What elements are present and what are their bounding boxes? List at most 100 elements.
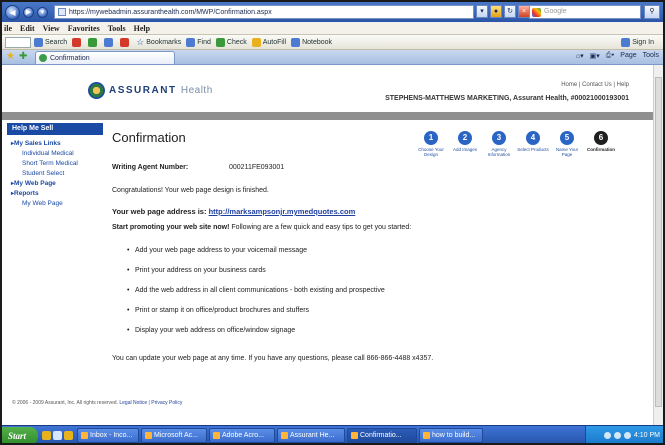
taskbar-item-access[interactable]: Microsoft Ac... (141, 428, 207, 443)
taskbar-item-confirmation[interactable]: Confirmatio... (347, 428, 417, 443)
step-agency-information[interactable]: 3 Agency Information (482, 131, 516, 157)
legal-notice-link[interactable]: Legal Notice (119, 400, 147, 406)
sidebar-title: Help Me Sell (7, 123, 103, 135)
back-button[interactable]: ◀ (5, 4, 20, 20)
home-icon[interactable]: ⌂▾ (576, 52, 584, 60)
step-name-your-page[interactable]: 5 Name Your Page (550, 131, 584, 157)
clock: 4:10 PM (633, 432, 660, 439)
feeds-icon[interactable]: ▣▾ (590, 52, 600, 60)
scrollbar-thumb[interactable] (655, 77, 662, 407)
toolbar-icon-1[interactable] (72, 37, 83, 47)
toolbar-search-box[interactable] (5, 36, 31, 48)
agent-number-value: 000211FE093001 (229, 164, 285, 171)
page-menu[interactable]: Page (620, 52, 636, 60)
forward-button[interactable]: ▶ (23, 6, 34, 18)
tray-icon[interactable] (603, 432, 611, 439)
vertical-scrollbar[interactable] (653, 65, 663, 425)
print-icon[interactable]: ⎙▾ (606, 52, 615, 60)
toolbar-check-button[interactable]: Check (215, 37, 247, 47)
list-item: Add your web page address to your voicem… (127, 246, 632, 266)
privacy-policy-link[interactable]: Privacy Policy (151, 400, 182, 406)
assurant-logo-icon (88, 82, 105, 99)
sidebar: Help Me Sell My Sales Links Individual M… (7, 123, 103, 243)
toolbar-find-button[interactable]: Find (186, 37, 211, 47)
assurant-logo[interactable]: ASSURANT Health (88, 82, 213, 99)
toolbar-icon-3[interactable] (104, 37, 115, 47)
toolbar-signin-button[interactable]: Sign In (621, 37, 654, 47)
sidebar-item-reports[interactable]: Reports (11, 189, 103, 199)
taskbar-item-adobe[interactable]: Adobe Acro... (209, 428, 275, 443)
tab-strip: ★ ✚ Confirmation ⌂▾ ▣▾ ⎙▾ Page Tools (2, 50, 663, 65)
start-button[interactable]: Start (2, 426, 38, 443)
quick-launch-icon[interactable] (64, 431, 73, 440)
copyright-text: © 2006 - 2009 Assurant, Inc. All rights … (12, 400, 118, 406)
header-divider (2, 112, 657, 120)
taskbar-item-inbox[interactable]: Inbox - Inco... (77, 428, 139, 443)
toolbar-icon-4[interactable] (120, 37, 131, 47)
google-icon (532, 8, 541, 17)
add-favorite-icon[interactable]: ✚ (19, 52, 29, 62)
tray-icon[interactable] (613, 432, 621, 439)
step-add-images[interactable]: 2 Add Images (448, 131, 482, 157)
share-icon (120, 37, 130, 47)
word-icon (423, 432, 430, 439)
agent-number-row: Writing Agent Number: 000211FE093001 (112, 163, 632, 172)
list-item: Add the web address in all client commun… (127, 286, 632, 306)
command-bar: ⌂▾ ▣▾ ⎙▾ Page Tools (576, 52, 659, 60)
toolbar-icon-2[interactable] (88, 37, 99, 47)
refresh-icon[interactable]: ↻ (504, 5, 516, 18)
sidebar-item-report-my-web-page[interactable]: My Web Page (11, 199, 103, 209)
menu-help[interactable]: Help (134, 24, 150, 33)
menu-file[interactable]: ile (4, 24, 12, 33)
toolbar-search-button[interactable]: Search (34, 37, 67, 47)
taskbar-item-how-to-build[interactable]: how to build... (419, 428, 483, 443)
outlook-icon (81, 432, 88, 439)
sidebar-item-student-select[interactable]: Student Select (11, 169, 103, 179)
account-name: STEPHENS-MATTHEWS MARKETING, Assurant He… (385, 95, 629, 102)
brand-name: ASSURANT (109, 85, 177, 96)
quick-launch (42, 431, 73, 440)
tools-menu[interactable]: Tools (643, 52, 659, 60)
menu-favorites[interactable]: Favorites (68, 24, 100, 33)
search-input[interactable]: Google (529, 5, 641, 19)
step-choose-design[interactable]: 1 Choose Your Design (414, 131, 448, 157)
toolbar-notebook-button[interactable]: Notebook (291, 37, 332, 47)
address-dropdown-icon[interactable]: ▾ (476, 5, 488, 18)
brand-sub: Health (180, 85, 213, 96)
browser-window: ◀ ▶ ▾ https://mywebadmin.assuranthealth.… (0, 0, 665, 445)
sidebar-item-individual-medical[interactable]: Individual Medical (11, 149, 103, 159)
menu-tools[interactable]: Tools (108, 24, 126, 33)
sidebar-item-my-sales-links[interactable]: My Sales Links (11, 139, 103, 149)
agent-number-label: Writing Agent Number: (112, 164, 189, 171)
menu-edit[interactable]: Edit (20, 24, 35, 33)
quick-launch-icon[interactable] (53, 431, 62, 440)
quick-launch-icon[interactable] (42, 431, 51, 440)
sidebar-nav: My Sales Links Individual Medical Short … (7, 135, 103, 209)
sidebar-item-my-web-page[interactable]: My Web Page (11, 179, 103, 189)
step-confirmation: 6 Confirmation (587, 131, 615, 152)
news-icon (72, 37, 82, 47)
toolbar-autofill-button[interactable]: AutoFill (251, 37, 286, 47)
step-select-products[interactable]: 4 Select Products (516, 131, 550, 157)
search-button[interactable]: ⚲ (644, 5, 660, 19)
favorites-star-icon[interactable]: ★ (6, 52, 16, 62)
system-tray: 4:10 PM (585, 426, 663, 443)
sidebar-item-short-term-medical[interactable]: Short Term Medical (11, 159, 103, 169)
page-footer: © 2006 - 2009 Assurant, Inc. All rights … (12, 400, 183, 406)
search-icon (34, 37, 43, 47)
web-address-row: Your web page address is: http://marksam… (112, 207, 632, 216)
tab-confirmation[interactable]: Confirmation (35, 51, 175, 64)
menu-view[interactable]: View (43, 24, 60, 33)
address-bar-row: ◀ ▶ ▾ https://mywebadmin.assuranthealth.… (2, 2, 663, 22)
lock-icon[interactable]: ● (490, 5, 502, 18)
toolbar-bookmarks-button[interactable]: ☆ Bookmarks (136, 37, 181, 48)
taskbar-item-assurant[interactable]: Assurant He... (277, 428, 345, 443)
tray-icon[interactable] (623, 432, 631, 439)
web-address-link[interactable]: http://marksampsonjr.mymedquotes.com (209, 207, 356, 216)
address-input[interactable]: https://mywebadmin.assuranthealth.com/MW… (54, 5, 474, 19)
main-content: Confirmation 1 Choose Your Design 2 Add Im… (112, 123, 632, 363)
update-message: You can update your web page at any time… (112, 355, 434, 362)
site-favicon-icon (39, 54, 47, 62)
header-links[interactable]: Home | Contact Us | Help (561, 82, 629, 88)
recent-pages-button[interactable]: ▾ (37, 6, 48, 18)
